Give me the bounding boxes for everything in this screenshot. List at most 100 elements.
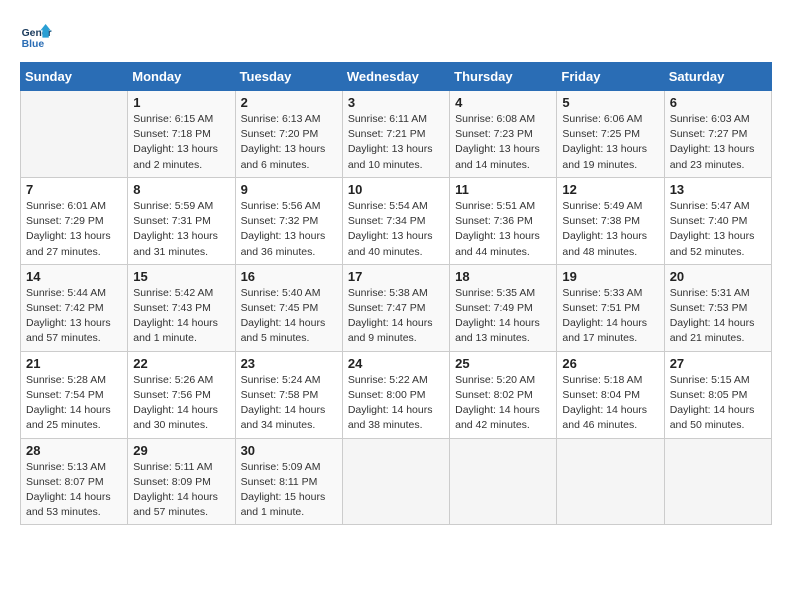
day-number: 18 (455, 269, 551, 284)
day-info: Sunrise: 5:35 AMSunset: 7:49 PMDaylight:… (455, 286, 551, 347)
day-info: Sunrise: 5:31 AMSunset: 7:53 PMDaylight:… (670, 286, 766, 347)
day-info: Sunrise: 5:38 AMSunset: 7:47 PMDaylight:… (348, 286, 444, 347)
day-info: Sunrise: 5:49 AMSunset: 7:38 PMDaylight:… (562, 199, 658, 260)
day-number: 1 (133, 95, 229, 110)
day-info: Sunrise: 5:26 AMSunset: 7:56 PMDaylight:… (133, 373, 229, 434)
calendar-cell: 28 Sunrise: 5:13 AMSunset: 8:07 PMDayligh… (21, 438, 128, 525)
calendar-cell: 15 Sunrise: 5:42 AMSunset: 7:43 PMDayligh… (128, 264, 235, 351)
day-info: Sunrise: 5:40 AMSunset: 7:45 PMDaylight:… (241, 286, 337, 347)
day-number: 28 (26, 443, 122, 458)
calendar-cell: 14Sunrise: 5:44 AMSunset: 7:42 PMDayligh… (21, 264, 128, 351)
day-number: 9 (241, 182, 337, 197)
day-info: Sunrise: 5:20 AMSunset: 8:02 PMDaylight:… (455, 373, 551, 434)
day-number: 6 (670, 95, 766, 110)
day-info: Sunrise: 5:09 AMSunset: 8:11 PMDaylight:… (241, 460, 337, 521)
day-info: Sunrise: 5:59 AMSunset: 7:31 PMDaylight:… (133, 199, 229, 260)
day-info: Sunrise: 5:13 AMSunset: 8:07 PMDaylight:… (26, 460, 122, 521)
day-info: Sunrise: 6:13 AMSunset: 7:20 PMDaylight:… (241, 112, 337, 173)
calendar-cell (664, 438, 771, 525)
calendar-cell: 7Sunrise: 6:01 AMSunset: 7:29 PMDaylight… (21, 177, 128, 264)
day-number: 2 (241, 95, 337, 110)
calendar-week-3: 14Sunrise: 5:44 AMSunset: 7:42 PMDayligh… (21, 264, 772, 351)
weekday-header-wednesday: Wednesday (342, 63, 449, 91)
day-number: 8 (133, 182, 229, 197)
calendar-cell: 1 Sunrise: 6:15 AMSunset: 7:18 PMDaylight… (128, 91, 235, 178)
calendar-cell (450, 438, 557, 525)
day-info: Sunrise: 5:56 AMSunset: 7:32 PMDaylight:… (241, 199, 337, 260)
calendar-cell: 17 Sunrise: 5:38 AMSunset: 7:47 PMDayligh… (342, 264, 449, 351)
day-info: Sunrise: 6:06 AMSunset: 7:25 PMDaylight:… (562, 112, 658, 173)
calendar-cell: 2 Sunrise: 6:13 AMSunset: 7:20 PMDaylight… (235, 91, 342, 178)
calendar-cell: 24 Sunrise: 5:22 AMSunset: 8:00 PMDayligh… (342, 351, 449, 438)
calendar-cell: 30Sunrise: 5:09 AMSunset: 8:11 PMDayligh… (235, 438, 342, 525)
weekday-row: SundayMondayTuesdayWednesdayThursdayFrid… (21, 63, 772, 91)
day-info: Sunrise: 5:24 AMSunset: 7:58 PMDaylight:… (241, 373, 337, 434)
page-header: General Blue (20, 20, 772, 52)
day-number: 22 (133, 356, 229, 371)
day-number: 13 (670, 182, 766, 197)
day-number: 23 (241, 356, 337, 371)
calendar-cell: 26 Sunrise: 5:18 AMSunset: 8:04 PMDayligh… (557, 351, 664, 438)
calendar-table: SundayMondayTuesdayWednesdayThursdayFrid… (20, 62, 772, 525)
day-info: Sunrise: 5:18 AMSunset: 8:04 PMDaylight:… (562, 373, 658, 434)
day-number: 5 (562, 95, 658, 110)
day-number: 17 (348, 269, 444, 284)
calendar-cell: 9 Sunrise: 5:56 AMSunset: 7:32 PMDaylight… (235, 177, 342, 264)
day-number: 24 (348, 356, 444, 371)
calendar-cell (557, 438, 664, 525)
calendar-cell: 16 Sunrise: 5:40 AMSunset: 7:45 PMDayligh… (235, 264, 342, 351)
day-number: 7 (26, 182, 122, 197)
calendar-header: SundayMondayTuesdayWednesdayThursdayFrid… (21, 63, 772, 91)
day-info: Sunrise: 6:08 AMSunset: 7:23 PMDaylight:… (455, 112, 551, 173)
day-number: 11 (455, 182, 551, 197)
calendar-cell: 29 Sunrise: 5:11 AMSunset: 8:09 PMDayligh… (128, 438, 235, 525)
calendar-cell: 4Sunrise: 6:08 AMSunset: 7:23 PMDaylight… (450, 91, 557, 178)
calendar-cell: 20 Sunrise: 5:31 AMSunset: 7:53 PMDayligh… (664, 264, 771, 351)
day-number: 26 (562, 356, 658, 371)
day-number: 16 (241, 269, 337, 284)
calendar-cell: 8 Sunrise: 5:59 AMSunset: 7:31 PMDaylight… (128, 177, 235, 264)
day-number: 14 (26, 269, 122, 284)
calendar-cell: 10Sunrise: 5:54 AMSunset: 7:34 PMDayligh… (342, 177, 449, 264)
calendar-week-2: 7Sunrise: 6:01 AMSunset: 7:29 PMDaylight… (21, 177, 772, 264)
calendar-cell: 21 Sunrise: 5:28 AMSunset: 7:54 PMDayligh… (21, 351, 128, 438)
day-info: Sunrise: 6:15 AMSunset: 7:18 PMDaylight:… (133, 112, 229, 173)
calendar-cell: 19Sunrise: 5:33 AMSunset: 7:51 PMDayligh… (557, 264, 664, 351)
day-number: 10 (348, 182, 444, 197)
day-number: 29 (133, 443, 229, 458)
day-info: Sunrise: 5:11 AMSunset: 8:09 PMDaylight:… (133, 460, 229, 521)
calendar-week-1: 1 Sunrise: 6:15 AMSunset: 7:18 PMDaylight… (21, 91, 772, 178)
calendar-body: 1 Sunrise: 6:15 AMSunset: 7:18 PMDaylight… (21, 91, 772, 525)
weekday-header-friday: Friday (557, 63, 664, 91)
day-number: 20 (670, 269, 766, 284)
day-number: 27 (670, 356, 766, 371)
day-number: 25 (455, 356, 551, 371)
day-info: Sunrise: 5:47 AMSunset: 7:40 PMDaylight:… (670, 199, 766, 260)
weekday-header-thursday: Thursday (450, 63, 557, 91)
day-number: 15 (133, 269, 229, 284)
calendar-cell: 18 Sunrise: 5:35 AMSunset: 7:49 PMDayligh… (450, 264, 557, 351)
day-info: Sunrise: 5:22 AMSunset: 8:00 PMDaylight:… (348, 373, 444, 434)
calendar-week-4: 21 Sunrise: 5:28 AMSunset: 7:54 PMDayligh… (21, 351, 772, 438)
weekday-header-saturday: Saturday (664, 63, 771, 91)
day-info: Sunrise: 5:51 AMSunset: 7:36 PMDaylight:… (455, 199, 551, 260)
day-number: 3 (348, 95, 444, 110)
calendar-cell: 22 Sunrise: 5:26 AMSunset: 7:56 PMDayligh… (128, 351, 235, 438)
calendar-cell: 11 Sunrise: 5:51 AMSunset: 7:36 PMDayligh… (450, 177, 557, 264)
day-info: Sunrise: 5:33 AMSunset: 7:51 PMDaylight:… (562, 286, 658, 347)
day-info: Sunrise: 5:15 AMSunset: 8:05 PMDaylight:… (670, 373, 766, 434)
day-number: 12 (562, 182, 658, 197)
calendar-cell (342, 438, 449, 525)
calendar-cell (21, 91, 128, 178)
calendar-cell: 3Sunrise: 6:11 AMSunset: 7:21 PMDaylight… (342, 91, 449, 178)
day-info: Sunrise: 5:42 AMSunset: 7:43 PMDaylight:… (133, 286, 229, 347)
day-info: Sunrise: 6:03 AMSunset: 7:27 PMDaylight:… (670, 112, 766, 173)
calendar-week-5: 28 Sunrise: 5:13 AMSunset: 8:07 PMDayligh… (21, 438, 772, 525)
day-info: Sunrise: 5:28 AMSunset: 7:54 PMDaylight:… (26, 373, 122, 434)
calendar-cell: 6 Sunrise: 6:03 AMSunset: 7:27 PMDaylight… (664, 91, 771, 178)
logo-icon: General Blue (20, 20, 52, 52)
calendar-cell: 23 Sunrise: 5:24 AMSunset: 7:58 PMDayligh… (235, 351, 342, 438)
day-number: 21 (26, 356, 122, 371)
weekday-header-monday: Monday (128, 63, 235, 91)
logo: General Blue (20, 20, 56, 52)
